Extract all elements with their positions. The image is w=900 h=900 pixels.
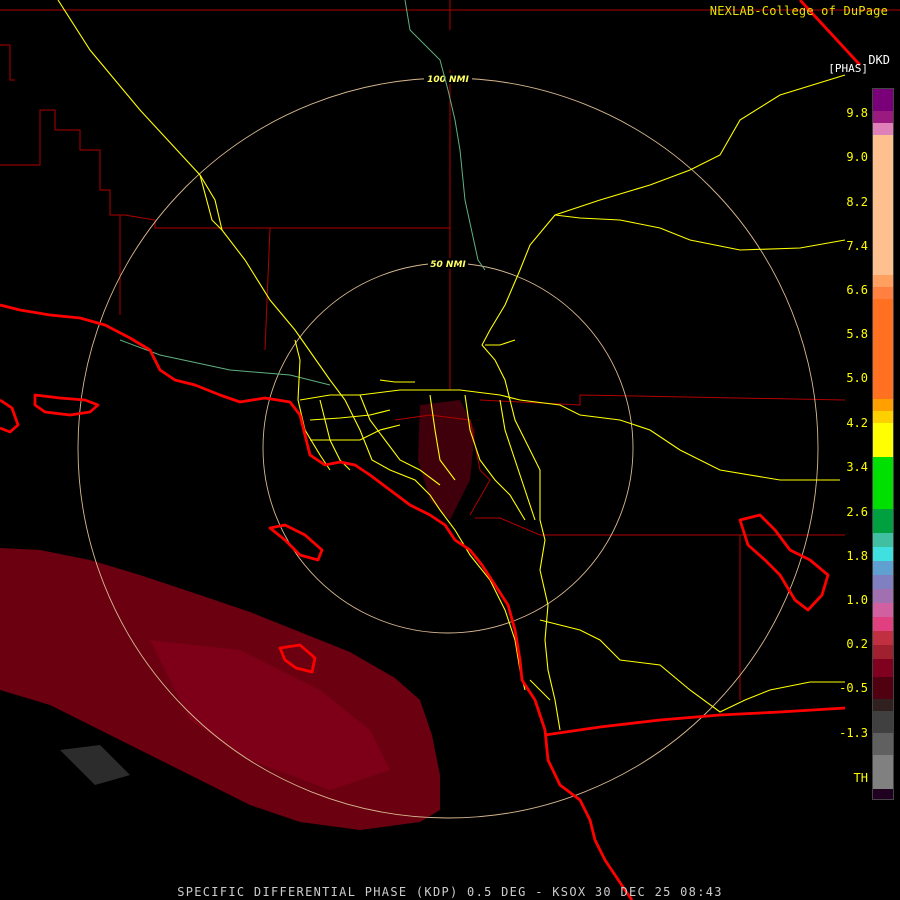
colorbar-swatch bbox=[873, 603, 893, 617]
echo-field bbox=[0, 400, 475, 830]
colorbar-swatch bbox=[873, 733, 893, 755]
colorbar-swatch bbox=[873, 111, 893, 123]
colorbar-swatch bbox=[873, 699, 893, 711]
colorbar-swatch bbox=[873, 399, 893, 411]
ring-label-100: 100 NMI bbox=[427, 75, 469, 85]
colorbar-label: TH bbox=[853, 771, 868, 785]
colorbar-label: 2.6 bbox=[846, 505, 868, 519]
product-code: DKD bbox=[868, 53, 890, 67]
colorbar-label: 6.6 bbox=[846, 283, 868, 297]
colorbar-label: 7.4 bbox=[846, 239, 868, 253]
colorbar-label: 9.8 bbox=[846, 106, 868, 120]
ring-label-50: 50 NMI bbox=[430, 260, 466, 270]
colorbar-swatch bbox=[873, 677, 893, 699]
colorbar-swatch bbox=[873, 457, 893, 509]
echo-region-low bbox=[60, 745, 130, 785]
colorbar-swatch bbox=[873, 631, 893, 645]
colorbar bbox=[872, 88, 894, 800]
colorbar-label: 9.0 bbox=[846, 150, 868, 164]
colorbar-swatch bbox=[873, 547, 893, 561]
colorbar-swatch bbox=[873, 659, 893, 677]
colorbar-label: 1.0 bbox=[846, 593, 868, 607]
credit-label: NEXLAB-College of DuPage bbox=[709, 4, 888, 18]
colorbar-swatch bbox=[873, 423, 893, 457]
colorbar-swatch bbox=[873, 533, 893, 547]
colorbar-swatch bbox=[873, 711, 893, 733]
product-footer: SPECIFIC DIFFERENTIAL PHASE (KDP) 0.5 DE… bbox=[177, 885, 723, 899]
colorbar-swatch bbox=[873, 509, 893, 533]
colorbar-swatch bbox=[873, 287, 893, 299]
colorbar-swatch bbox=[873, 123, 893, 135]
colorbar-swatch bbox=[873, 645, 893, 659]
colorbar-label: 0.2 bbox=[846, 637, 868, 651]
colorbar-label: 5.8 bbox=[846, 327, 868, 341]
colorbar-swatch bbox=[873, 575, 893, 589]
colorbar-label: 8.2 bbox=[846, 195, 868, 209]
echo-speckle-inland bbox=[418, 400, 475, 520]
colorbar-swatch bbox=[873, 299, 893, 399]
colorbar-swatch bbox=[873, 789, 893, 799]
colorbar-swatch bbox=[873, 135, 893, 275]
radar-map[interactable]: 100 NMI 50 NMI bbox=[0, 0, 900, 900]
colorbar-swatch bbox=[873, 589, 893, 603]
colorbar-swatch bbox=[873, 89, 893, 111]
colorbar-labels: 9.8 9.0 8.2 7.4 6.6 5.8 5.0 4.2 3.4 2.6 … bbox=[838, 88, 872, 800]
colorbar-label: -0.5 bbox=[839, 681, 868, 695]
colorbar-swatch bbox=[873, 617, 893, 631]
product-units: [PHAS] bbox=[828, 62, 868, 75]
colorbar-label: 1.8 bbox=[846, 549, 868, 563]
colorbar-label: -1.3 bbox=[839, 726, 868, 740]
colorbar-swatch bbox=[873, 411, 893, 423]
colorbar-label: 4.2 bbox=[846, 416, 868, 430]
colorbar-swatch bbox=[873, 755, 893, 789]
colorbar-swatch bbox=[873, 275, 893, 287]
colorbar-label: 5.0 bbox=[846, 371, 868, 385]
colorbar-swatch bbox=[873, 561, 893, 575]
minor-route bbox=[119, 0, 486, 386]
colorbar-label: 3.4 bbox=[846, 460, 868, 474]
